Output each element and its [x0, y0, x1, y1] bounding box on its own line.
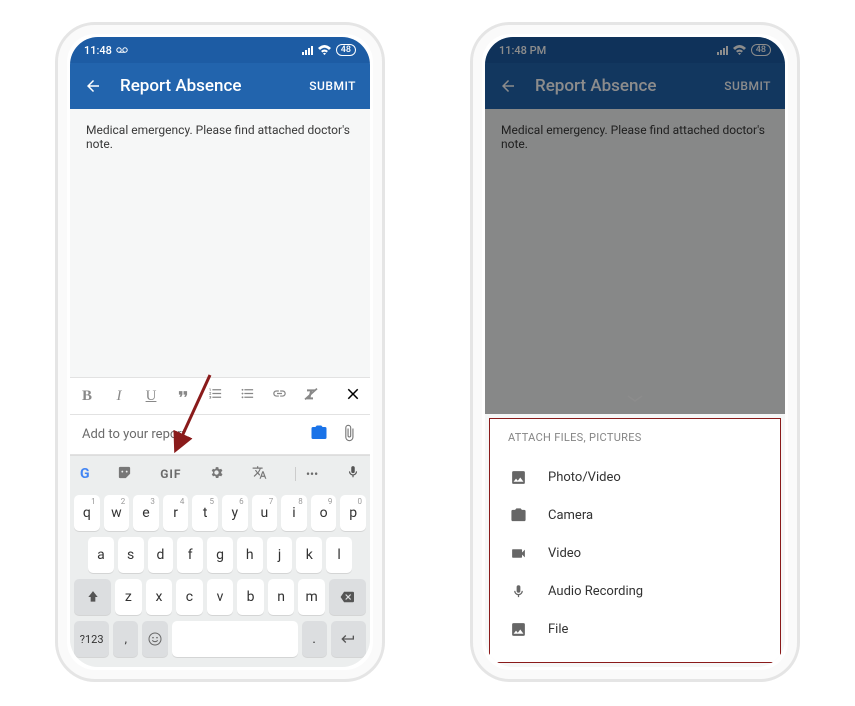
keyboard: q1 w2 e3 r4 t5 y6 u7 i8 o9 p0 a s d f g: [70, 491, 370, 667]
close-toolbar-button[interactable]: [344, 384, 362, 408]
key-t[interactable]: t5: [192, 495, 218, 531]
status-bar: 11:48 48: [70, 37, 370, 63]
signal-icon: [302, 46, 313, 55]
screen-right: 11:48 PM 48 Report Absence SUBMIT Medica…: [485, 37, 785, 667]
camera-button[interactable]: [310, 424, 328, 446]
keyboard-suggest-bar: G GIF •••: [70, 455, 370, 491]
emoji-key[interactable]: [142, 621, 167, 657]
link-button[interactable]: [270, 386, 288, 406]
app-bar: Report Absence SUBMIT: [70, 63, 370, 109]
page-title: Report Absence: [120, 76, 309, 96]
symbols-key[interactable]: ?123: [74, 621, 109, 657]
key-j[interactable]: j: [267, 537, 293, 573]
period-key[interactable]: .: [302, 621, 327, 657]
more-button[interactable]: •••: [295, 467, 318, 481]
phone-right: 11:48 PM 48 Report Absence SUBMIT Medica…: [470, 22, 800, 682]
key-q[interactable]: q1: [74, 495, 100, 531]
translate-icon[interactable]: [252, 465, 267, 483]
attach-sheet: ATTACH FILES, PICTURES Photo/Video Camer…: [489, 418, 781, 663]
unordered-list-button[interactable]: [238, 386, 256, 406]
key-o[interactable]: o9: [311, 495, 337, 531]
backspace-key[interactable]: [329, 579, 366, 615]
key-n[interactable]: n: [268, 579, 295, 615]
key-s[interactable]: s: [118, 537, 144, 573]
key-x[interactable]: x: [146, 579, 173, 615]
attach-item-label: File: [548, 622, 568, 637]
voicemail-icon: [116, 46, 128, 54]
status-time: 11:48: [84, 44, 112, 57]
sticker-icon[interactable]: [117, 465, 132, 483]
gif-button[interactable]: GIF: [160, 467, 181, 481]
mic-icon: [508, 583, 528, 600]
key-k[interactable]: k: [296, 537, 322, 573]
key-a[interactable]: a: [88, 537, 114, 573]
comma-key[interactable]: ,: [113, 621, 138, 657]
attach-button[interactable]: [340, 424, 358, 446]
key-p[interactable]: p0: [340, 495, 366, 531]
key-l[interactable]: l: [326, 537, 352, 573]
space-key[interactable]: [172, 621, 298, 657]
underline-button[interactable]: U: [142, 388, 160, 405]
kb-row-1: q1 w2 e3 r4 t5 y6 u7 i8 o9 p0: [74, 495, 366, 531]
attach-item-label: Video: [548, 546, 581, 561]
quote-button[interactable]: [174, 387, 192, 406]
bold-button[interactable]: B: [78, 388, 96, 405]
add-to-report-row: Add to your report: [70, 415, 370, 455]
camera-icon: [508, 507, 528, 524]
key-m[interactable]: m: [298, 579, 325, 615]
google-icon[interactable]: G: [80, 466, 90, 482]
battery-icon: 48: [336, 44, 356, 56]
content-area: Medical emergency. Please find attached …: [70, 109, 370, 667]
key-h[interactable]: h: [237, 537, 263, 573]
attach-video[interactable]: Video: [508, 534, 762, 572]
key-d[interactable]: d: [148, 537, 174, 573]
attach-photo-video[interactable]: Photo/Video: [508, 458, 762, 496]
key-c[interactable]: c: [176, 579, 203, 615]
kb-row-4: ?123 , .: [74, 621, 366, 657]
key-u[interactable]: u7: [252, 495, 278, 531]
attach-item-label: Audio Recording: [548, 584, 643, 599]
key-w[interactable]: w2: [104, 495, 130, 531]
note-text-area[interactable]: Medical emergency. Please find attached …: [70, 109, 370, 377]
screen-left: 11:48 48 Report Absence SUBMIT Medical e…: [70, 37, 370, 667]
modal-scrim[interactable]: [485, 37, 785, 414]
key-y[interactable]: y6: [222, 495, 248, 531]
italic-button[interactable]: I: [110, 388, 128, 405]
add-input[interactable]: Add to your report: [82, 427, 310, 442]
clear-format-button[interactable]: [302, 386, 320, 407]
mic-icon[interactable]: [346, 465, 360, 482]
key-r[interactable]: r4: [163, 495, 189, 531]
format-toolbar: B I U: [70, 377, 370, 415]
ordered-list-button[interactable]: [206, 386, 224, 406]
video-icon: [508, 545, 528, 562]
attach-item-label: Camera: [548, 508, 593, 523]
attach-file[interactable]: File: [508, 610, 762, 648]
attach-item-label: Photo/Video: [548, 470, 621, 485]
key-z[interactable]: z: [115, 579, 142, 615]
kb-row-3: z x c v b n m: [74, 579, 366, 615]
image-icon: [508, 469, 528, 486]
enter-key[interactable]: [331, 621, 366, 657]
key-f[interactable]: f: [177, 537, 203, 573]
phone-left: 11:48 48 Report Absence SUBMIT Medical e…: [55, 22, 385, 682]
attach-header: ATTACH FILES, PICTURES: [508, 431, 762, 444]
key-v[interactable]: v: [207, 579, 234, 615]
key-e[interactable]: e3: [133, 495, 159, 531]
attach-audio[interactable]: Audio Recording: [508, 572, 762, 610]
key-g[interactable]: g: [207, 537, 233, 573]
key-b[interactable]: b: [237, 579, 264, 615]
shift-key[interactable]: [74, 579, 111, 615]
key-i[interactable]: i8: [281, 495, 307, 531]
kb-row-2: a s d f g h j k l: [74, 537, 366, 573]
settings-icon[interactable]: [209, 465, 224, 483]
submit-button[interactable]: SUBMIT: [309, 79, 356, 93]
file-icon: [508, 621, 528, 638]
back-button[interactable]: [84, 77, 106, 95]
wifi-icon: [318, 45, 331, 55]
attach-camera[interactable]: Camera: [508, 496, 762, 534]
